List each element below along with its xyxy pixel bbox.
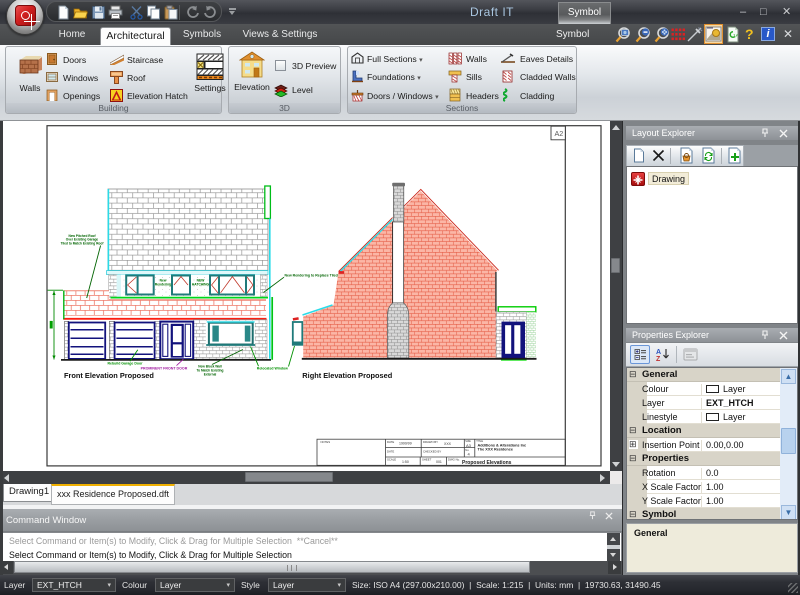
svg-text:DWG No.: DWG No. xyxy=(448,458,460,462)
svg-text:XXX: XXX xyxy=(444,442,452,446)
svg-text:SHEET: SHEET xyxy=(422,458,432,462)
svg-text:External: External xyxy=(204,372,217,376)
svg-text:The XXX Residence: The XXX Residence xyxy=(478,448,513,452)
svg-text:Proposed Elevations: Proposed Elevations xyxy=(462,460,512,466)
svg-text:PROMINENT FRONT DOOR: PROMINENT FRONT DOOR xyxy=(141,366,188,370)
svg-text:A: A xyxy=(656,349,661,356)
svg-text:New Rendering to Replace Tiled: New Rendering to Replace Tiled Wall xyxy=(285,274,346,278)
svg-text:Right Elevation Proposed: Right Elevation Proposed xyxy=(302,371,392,380)
svg-text:Z: Z xyxy=(656,356,661,362)
svg-text:SCALE: SCALE xyxy=(387,458,396,462)
svg-text:CHECKED BY: CHECKED BY xyxy=(423,450,441,454)
svg-text:DRAWN BY: DRAWN BY xyxy=(423,440,438,444)
svg-text:Front Elevation Proposed: Front Elevation Proposed xyxy=(64,371,154,380)
svg-text:NOTES: NOTES xyxy=(321,440,331,444)
svg-text:Tiled to Match Existing Roof: Tiled to Match Existing Roof xyxy=(61,242,105,246)
svg-text:Rebuild Garage Door: Rebuild Garage Door xyxy=(108,362,144,366)
svg-text:1:50: 1:50 xyxy=(402,460,409,464)
svg-text:A2: A2 xyxy=(555,129,564,138)
svg-text:DATE: DATE xyxy=(387,450,394,454)
svg-text:DATE: DATE xyxy=(387,440,394,444)
svg-text:001: 001 xyxy=(436,460,442,464)
svg-text:A3: A3 xyxy=(466,443,472,448)
svg-text:Relocated Window: Relocated Window xyxy=(257,367,288,371)
svg-text:HATCHING: HATCHING xyxy=(192,283,210,287)
svg-text:Rendering: Rendering xyxy=(155,283,171,287)
svg-text:1999/99: 1999/99 xyxy=(399,442,412,446)
